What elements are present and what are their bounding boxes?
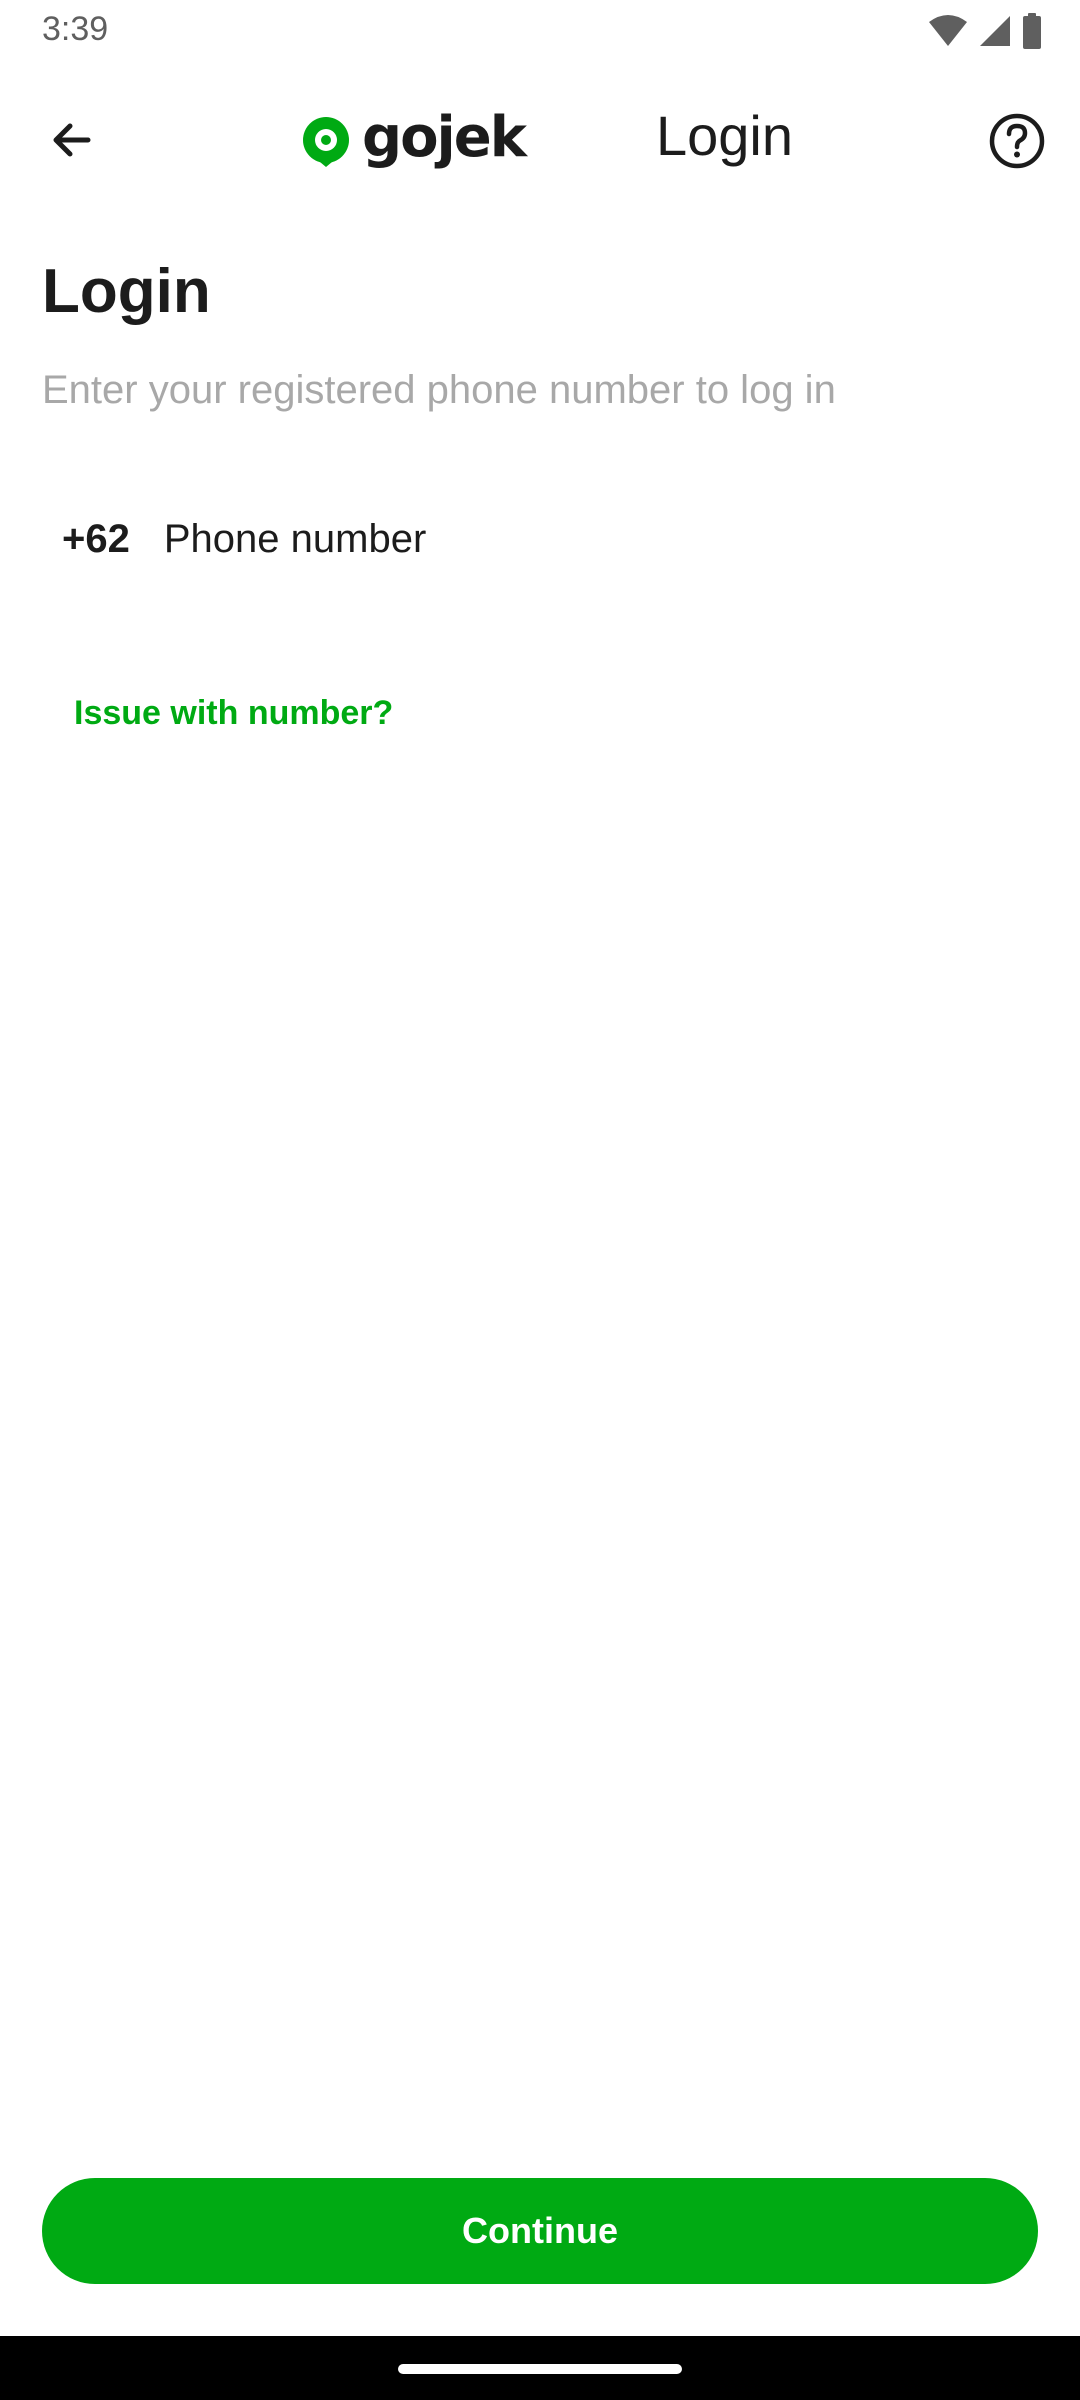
gojek-logo-icon xyxy=(303,117,349,167)
gojek-logo: gojek xyxy=(298,105,527,176)
arrow-back-icon xyxy=(53,123,91,157)
page-title: Login xyxy=(42,257,211,326)
back-button[interactable] xyxy=(34,102,110,178)
issue-with-number-link[interactable]: Issue with number? xyxy=(74,694,393,733)
status-icons xyxy=(928,13,1042,49)
app-bar: gojek Login xyxy=(0,62,1080,212)
system-nav-bar xyxy=(0,2336,1080,2400)
app-bar-title: Login xyxy=(656,104,794,167)
wifi-icon xyxy=(929,15,967,46)
help-icon xyxy=(989,113,1045,169)
continue-button[interactable]: Continue xyxy=(42,2178,1038,2284)
status-bar: 3:39 xyxy=(0,0,1080,62)
phone-field: +62 xyxy=(42,494,1038,584)
help-button[interactable] xyxy=(980,104,1054,178)
battery-icon xyxy=(1023,13,1041,49)
status-time: 3:39 xyxy=(42,10,109,48)
home-gesture-handle[interactable] xyxy=(398,2364,682,2374)
gojek-logo-text: gojek xyxy=(362,105,527,170)
cellular-signal-icon xyxy=(980,16,1010,46)
page-subtitle: Enter your registered phone number to lo… xyxy=(42,368,836,412)
login-screen: 3:39 gojek Login Login Enter your regist… xyxy=(0,0,1080,2400)
phone-number-input[interactable] xyxy=(163,499,984,579)
country-code[interactable]: +62 xyxy=(62,517,130,562)
